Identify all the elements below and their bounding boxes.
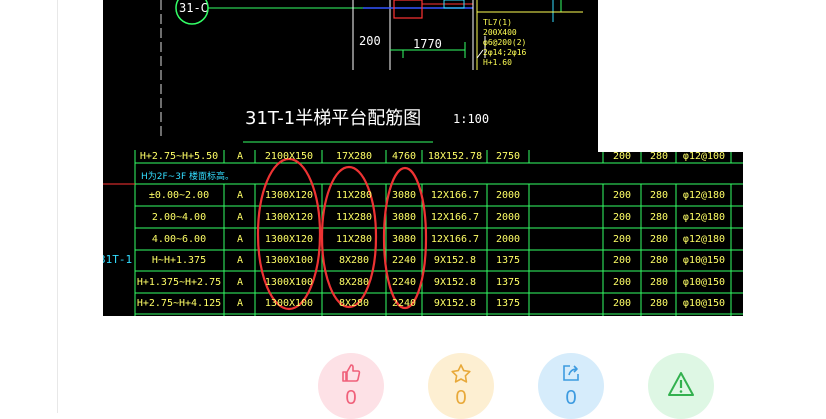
- table-cell: 2000: [495, 212, 521, 223]
- dimension-200: 200: [359, 34, 381, 48]
- beam-note-line: φ6@200(2): [483, 38, 527, 47]
- beam-note: TL7(1) 200X400 φ6@200(2) 2φ14;2φ16 H+1.6…: [483, 18, 526, 68]
- table-cell: φ10@150: [682, 298, 726, 309]
- axis-label: 31-C: [179, 1, 208, 15]
- like-count: 0: [345, 387, 357, 409]
- beam-note-line: 200X400: [483, 28, 517, 37]
- page-background-patch: [598, 0, 826, 152]
- beam-note-line: TL7(1): [483, 18, 512, 27]
- table-cell: φ10@150: [682, 277, 726, 288]
- table-side-label: 31T-1: [103, 253, 133, 266]
- drawing-title: 31T-1半梯平台配筋图: [245, 108, 422, 129]
- section-note: H为2F~3F 楼面标高。: [141, 172, 234, 182]
- warning-icon: [648, 371, 714, 402]
- table-cell: 2000: [495, 190, 521, 201]
- table-cell: φ12@180: [682, 190, 726, 201]
- table-cell: φ12@100: [682, 151, 726, 162]
- like-button[interactable]: 0: [318, 353, 384, 419]
- share-count: 0: [565, 387, 577, 409]
- table-cell: 2000: [495, 234, 521, 245]
- report-button[interactable]: [648, 353, 714, 419]
- dimension-1770: 1770: [413, 37, 442, 51]
- thumbs-up-icon: [318, 363, 384, 388]
- beam-note-line: 2φ14;2φ16: [483, 48, 527, 57]
- table-cell: 2750: [495, 151, 521, 162]
- table-cell: 1375: [495, 277, 521, 288]
- table-cell: 1375: [495, 298, 521, 309]
- favorite-count: 0: [455, 387, 467, 409]
- table-cell: φ12@180: [682, 212, 726, 223]
- drawing-scale: 1:100: [453, 112, 490, 126]
- table-cell: φ12@180: [682, 234, 726, 245]
- table-cell: 1375: [495, 255, 521, 266]
- table-cell: φ10@150: [682, 255, 726, 266]
- beam-note-line: H+1.60: [483, 58, 512, 67]
- star-icon: [428, 363, 494, 390]
- action-bar: 0 0 0: [0, 353, 826, 419]
- share-icon: [538, 363, 604, 388]
- favorite-button[interactable]: 0: [428, 353, 494, 419]
- content-left-border: [57, 0, 58, 413]
- share-button[interactable]: 0: [538, 353, 604, 419]
